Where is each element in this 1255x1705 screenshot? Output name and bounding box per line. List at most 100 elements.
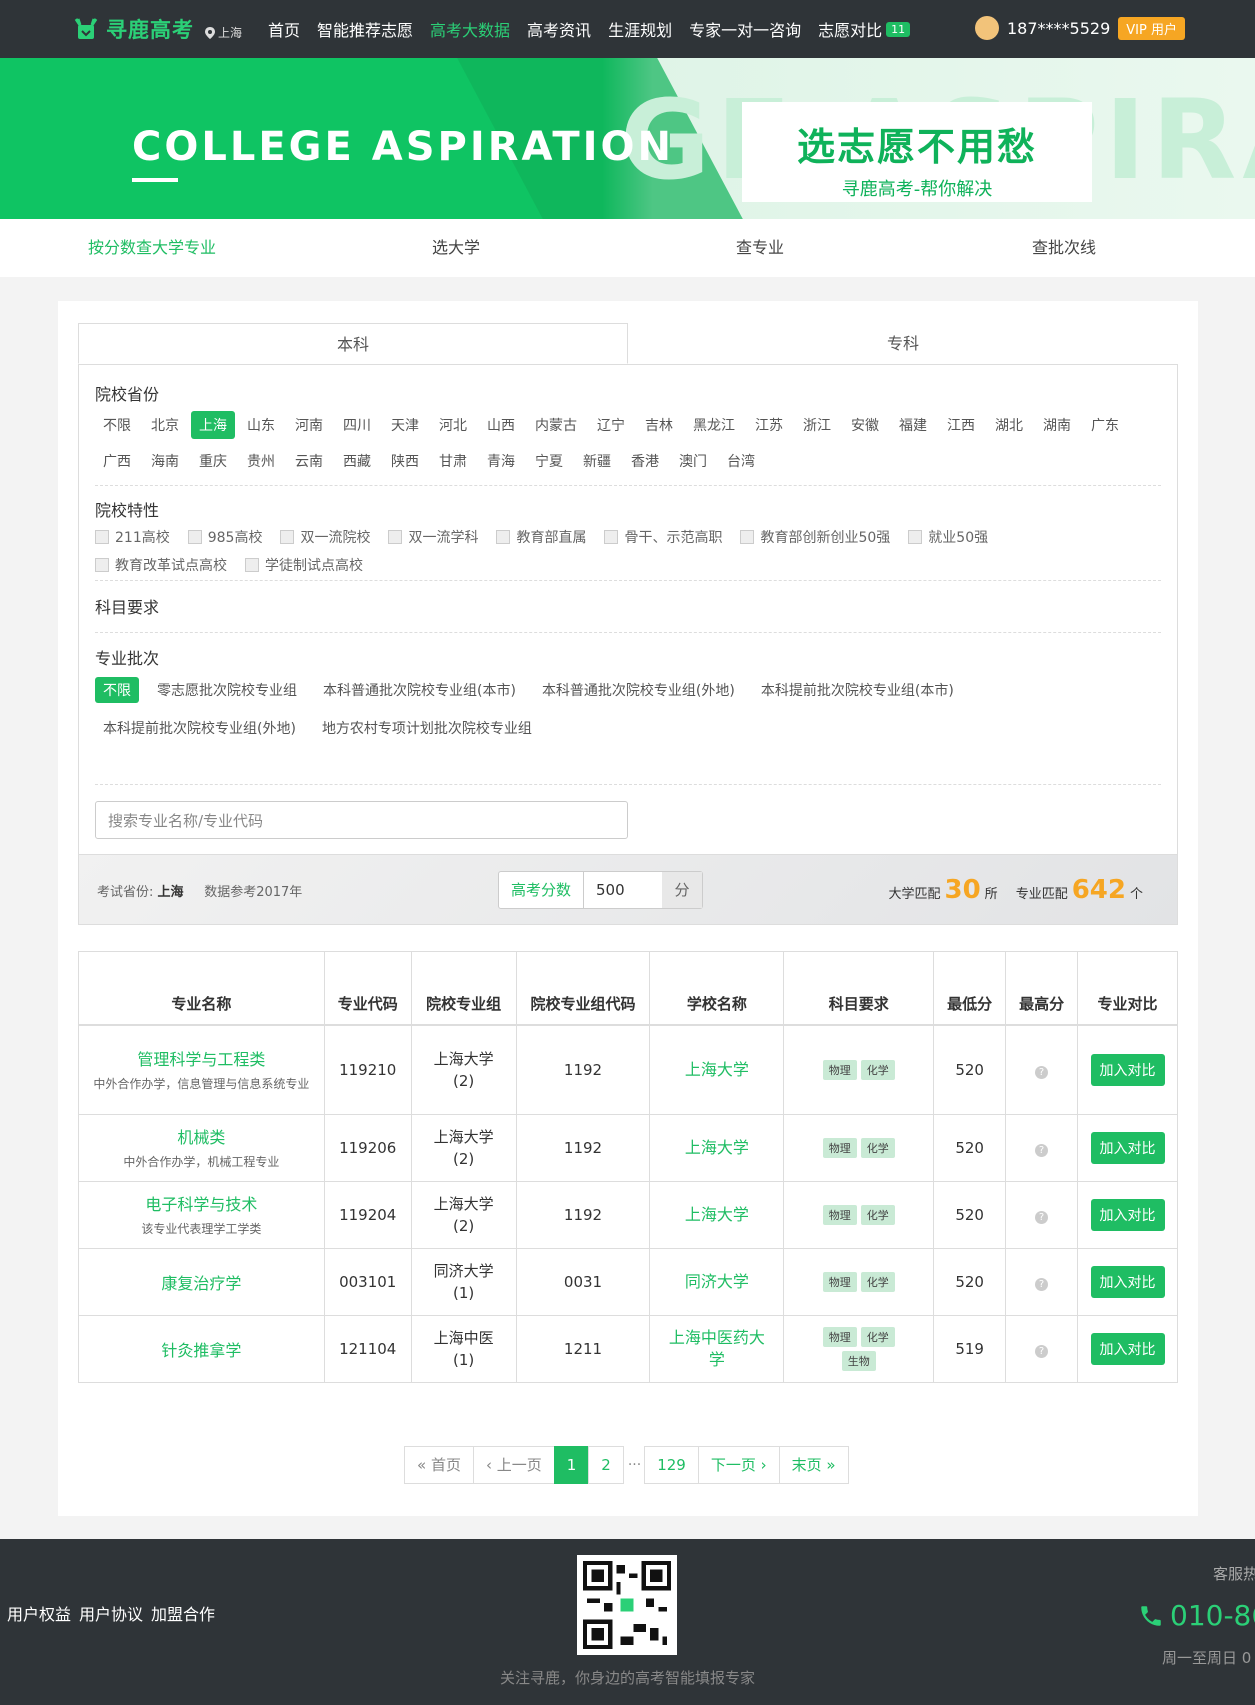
major-name-link[interactable]: 电子科学与技术	[79, 1191, 324, 1215]
add-compare-button[interactable]: 加入对比	[1090, 1132, 1165, 1164]
province-option[interactable]: 北京	[143, 411, 187, 439]
subnav-score-search[interactable]: 按分数查大学专业	[0, 219, 304, 277]
province-option[interactable]: 贵州	[239, 447, 283, 475]
feature-checkbox[interactable]: 教育改革试点高校	[95, 555, 227, 575]
checkbox-box[interactable]	[95, 558, 109, 572]
feature-checkbox[interactable]: 211高校	[95, 527, 170, 547]
province-option[interactable]: 澳门	[671, 447, 715, 475]
page-last-number-button[interactable]: 129	[644, 1446, 699, 1484]
province-option[interactable]: 河南	[287, 411, 331, 439]
province-option[interactable]: 宁夏	[527, 447, 571, 475]
province-option[interactable]: 广西	[95, 447, 139, 475]
school-name-link[interactable]: 上海大学	[673, 1137, 761, 1159]
nav-item-2[interactable]: 高考大数据	[430, 17, 510, 41]
footer-link-partnership[interactable]: 加盟合作	[151, 1601, 215, 1625]
logo[interactable]: 寻鹿高考	[72, 14, 194, 44]
add-compare-button[interactable]: 加入对比	[1090, 1199, 1165, 1231]
province-option[interactable]: 内蒙古	[527, 411, 585, 439]
province-option[interactable]: 重庆	[191, 447, 235, 475]
province-option[interactable]: 河北	[431, 411, 475, 439]
score-input[interactable]: 500	[584, 872, 662, 908]
province-option[interactable]: 香港	[623, 447, 667, 475]
province-option[interactable]: 甘肃	[431, 447, 475, 475]
page-2-button[interactable]: 2	[588, 1446, 624, 1484]
province-option[interactable]: 不限	[95, 411, 139, 439]
feature-checkbox[interactable]: 学徒制试点高校	[245, 555, 363, 575]
province-option[interactable]: 台湾	[719, 447, 763, 475]
province-option[interactable]: 福建	[891, 411, 935, 439]
province-option[interactable]: 安徽	[843, 411, 887, 439]
feature-checkbox[interactable]: 骨干、示范高职	[604, 527, 722, 547]
province-option[interactable]: 云南	[287, 447, 331, 475]
province-option[interactable]: 山东	[239, 411, 283, 439]
batch-option[interactable]: 本科提前批次院校专业组(本市)	[753, 677, 962, 703]
province-option[interactable]: 湖北	[987, 411, 1031, 439]
feature-checkbox[interactable]: 双一流学科	[388, 527, 478, 547]
province-option[interactable]: 浙江	[795, 411, 839, 439]
batch-option[interactable]: 本科提前批次院校专业组(外地)	[95, 715, 304, 741]
subnav-choose-university[interactable]: 选大学	[304, 219, 608, 277]
checkbox-box[interactable]	[245, 558, 259, 572]
province-option[interactable]: 湖南	[1035, 411, 1079, 439]
batch-option[interactable]: 地方农村专项计划批次院校专业组	[314, 715, 540, 741]
nav-item-4[interactable]: 生涯规划	[608, 17, 672, 41]
page-first-button[interactable]: « 首页	[404, 1446, 474, 1484]
checkbox-box[interactable]	[95, 530, 109, 544]
major-name-link[interactable]: 康复治疗学	[79, 1270, 324, 1294]
add-compare-button[interactable]: 加入对比	[1090, 1053, 1165, 1086]
feature-checkbox[interactable]: 双一流院校	[280, 527, 370, 547]
feature-checkbox[interactable]: 教育部创新创业50强	[740, 527, 890, 547]
major-name-link[interactable]: 针灸推拿学	[79, 1337, 324, 1361]
nav-item-1[interactable]: 智能推荐志愿	[317, 17, 413, 41]
major-name-link[interactable]: 管理科学与工程类	[79, 1046, 324, 1070]
tab-undergraduate[interactable]: 本科	[78, 323, 628, 364]
help-icon[interactable]: ?	[1035, 1065, 1049, 1079]
province-option[interactable]: 上海	[191, 411, 235, 439]
province-option[interactable]: 新疆	[575, 447, 619, 475]
province-option[interactable]: 西藏	[335, 447, 379, 475]
help-icon[interactable]: ?	[1035, 1211, 1049, 1224]
province-option[interactable]: 海南	[143, 447, 187, 475]
batch-option[interactable]: 零志愿批次院校专业组	[149, 677, 305, 703]
feature-checkbox[interactable]: 985高校	[187, 527, 262, 547]
province-option[interactable]: 四川	[335, 411, 379, 439]
checkbox-box[interactable]	[187, 530, 202, 544]
page-last-button[interactable]: 末页 »	[778, 1446, 849, 1484]
avatar[interactable]	[975, 16, 999, 40]
user-phone[interactable]: 187****5529	[1007, 19, 1110, 38]
province-option[interactable]: 天津	[383, 411, 427, 439]
province-option[interactable]: 陕西	[383, 447, 427, 475]
page-prev-button[interactable]: ‹ 上一页	[472, 1446, 555, 1484]
province-option[interactable]: 广东	[1083, 411, 1127, 439]
batch-option[interactable]: 不限	[95, 677, 139, 703]
page-next-button[interactable]: 下一页 ›	[697, 1446, 780, 1484]
province-option[interactable]: 青海	[479, 447, 523, 475]
nav-item-5[interactable]: 专家一对一咨询	[689, 17, 801, 41]
footer-link-user-rights[interactable]: 用户权益	[7, 1601, 71, 1625]
batch-option[interactable]: 本科普通批次院校专业组(本市)	[315, 677, 524, 703]
major-name-link[interactable]: 机械类	[79, 1124, 324, 1148]
location-selector[interactable]: 上海	[205, 24, 242, 41]
checkbox-box[interactable]	[908, 530, 923, 544]
school-name-link[interactable]: 同济大学	[673, 1271, 761, 1293]
footer-link-user-agreement[interactable]: 用户协议	[79, 1601, 143, 1625]
nav-item-6[interactable]: 志愿对比 11	[818, 17, 911, 41]
province-option[interactable]: 吉林	[637, 411, 681, 439]
help-icon[interactable]: ?	[1035, 1345, 1049, 1358]
checkbox-box[interactable]	[280, 530, 295, 544]
feature-checkbox[interactable]: 教育部直属	[496, 527, 586, 547]
nav-item-0[interactable]: 首页	[268, 17, 300, 41]
subnav-batch-line[interactable]: 查批次线	[912, 219, 1216, 277]
user-area[interactable]: 187****5529 VIP 用户	[975, 16, 1185, 40]
school-name-link[interactable]: 上海中医药大学	[650, 1327, 783, 1371]
province-option[interactable]: 江西	[939, 411, 983, 439]
add-compare-button[interactable]: 加入对比	[1090, 1333, 1165, 1365]
checkbox-box[interactable]	[388, 530, 403, 544]
school-name-link[interactable]: 上海大学	[673, 1059, 761, 1081]
checkbox-box[interactable]	[604, 530, 619, 544]
help-icon[interactable]: ?	[1035, 1144, 1049, 1157]
school-name-link[interactable]: 上海大学	[673, 1204, 761, 1226]
nav-item-3[interactable]: 高考资讯	[527, 17, 591, 41]
province-option[interactable]: 山西	[479, 411, 523, 439]
feature-checkbox[interactable]: 就业50强	[908, 527, 988, 547]
